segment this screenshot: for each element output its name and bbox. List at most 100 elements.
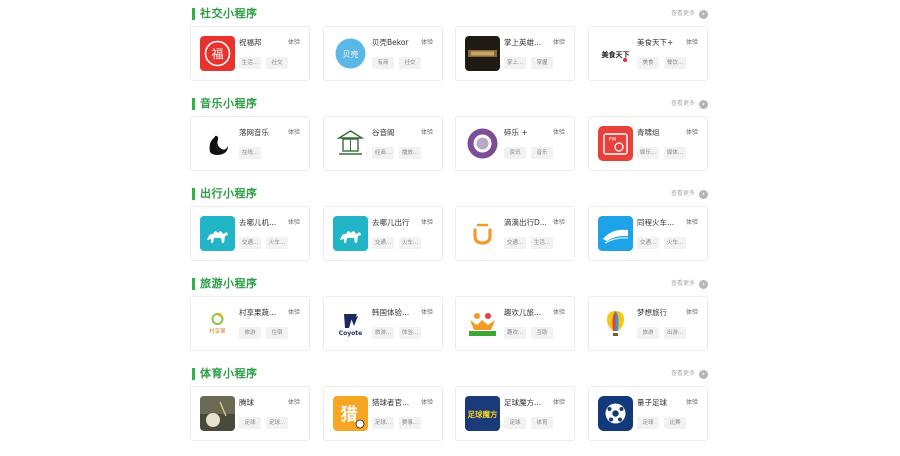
app-card[interactable]: FM 青啸组 体验 娱乐... 媒体... <box>588 116 708 171</box>
coyote-logo-text: Coyote <box>339 330 363 337</box>
suile-logo-icon <box>465 126 500 161</box>
try-button[interactable]: 体验 <box>421 38 433 48</box>
meishi-tianxia-logo-icon: 美食天下 <box>598 36 633 71</box>
app-name: 村享果蔬... <box>239 308 277 317</box>
pavilion-logo-icon <box>333 126 368 161</box>
app-card[interactable]: 福 祝福邦 体验 生活... 社交 <box>190 26 310 81</box>
tag: 火车... <box>266 237 288 249</box>
tag: 足球... <box>266 417 288 429</box>
app-name: 祝福邦 <box>239 38 262 47</box>
view-more-link[interactable]: 查看更多 › <box>671 6 708 22</box>
try-button[interactable]: 体验 <box>288 38 300 48</box>
view-more-link[interactable]: 查看更多 › <box>671 96 708 112</box>
tag: 火车... <box>399 237 421 249</box>
try-button[interactable]: 体验 <box>421 308 433 318</box>
try-button[interactable]: 体验 <box>553 308 565 318</box>
tag: 餐饮... <box>664 57 686 69</box>
tag: 足球 <box>637 417 659 429</box>
app-name: 猎球者官... <box>372 398 410 407</box>
view-more-link[interactable]: 查看更多 › <box>671 186 708 202</box>
try-button[interactable]: 体验 <box>553 218 565 228</box>
section-title: 社交小程序 <box>200 7 258 20</box>
lie-logo-text: 猎 <box>341 404 358 425</box>
try-button[interactable]: 体验 <box>686 398 698 408</box>
section-header: 体育小程序 查看更多 › <box>190 365 710 385</box>
try-button[interactable]: 体验 <box>686 308 698 318</box>
app-card[interactable]: 腾球 体验 足球 足球... <box>190 386 310 441</box>
app-name: 青啸组 <box>637 128 660 137</box>
football-cube-logo-text: 足球魔方 <box>468 409 498 419</box>
app-name: 贝壳Bekor <box>372 38 409 47</box>
meishi-logo-text: 美食天下 <box>602 50 630 59</box>
app-card[interactable]: 美食天下 美食天下+ 体验 美食 餐饮... <box>588 26 708 81</box>
tag: 旅游 <box>239 327 261 339</box>
view-more-label: 查看更多 <box>670 10 695 17</box>
app-card[interactable]: 贝壳 贝壳Bekor 体验 有商 社交 <box>323 26 443 81</box>
tag: 体育 <box>531 417 553 429</box>
app-card[interactable]: 谷音阁 体验 经商... 播放... <box>323 116 443 171</box>
view-more-link[interactable]: 查看更多 › <box>671 276 708 292</box>
tag: 足球 <box>239 417 261 429</box>
coyote-logo-icon: Coyote <box>333 306 368 341</box>
tag: 交通... <box>504 237 526 249</box>
view-more-label: 查看更多 <box>670 100 695 107</box>
tag: 资讯 <box>504 147 526 159</box>
train-logo-icon <box>598 216 633 251</box>
view-more-label: 查看更多 <box>670 190 695 197</box>
chevron-right-icon: › <box>699 99 708 109</box>
chevron-right-icon: › <box>699 9 708 19</box>
app-name: 掌上英雄... <box>504 38 542 47</box>
try-button[interactable]: 体验 <box>686 218 698 228</box>
tag: 交通... <box>239 237 261 249</box>
app-card[interactable]: 同程火车... 体验 交通... 火车... <box>588 206 708 261</box>
try-button[interactable]: 体验 <box>553 38 565 48</box>
try-button[interactable]: 体验 <box>686 128 698 138</box>
app-card[interactable]: 去哪儿机... 体验 交通... 火车... <box>190 206 310 261</box>
try-button[interactable]: 体验 <box>421 218 433 228</box>
app-card[interactable]: 碎乐 + 体验 资讯 音乐 <box>455 116 575 171</box>
try-button[interactable]: 体验 <box>421 398 433 408</box>
tag: 火车... <box>664 237 686 249</box>
section-travel: 出行小程序 查看更多 › 去哪儿机... 体验 交通... 火车... 去哪儿出行… <box>190 185 710 261</box>
app-card[interactable]: 落网音乐 体验 在线... <box>190 116 310 171</box>
section-title: 出行小程序 <box>200 187 258 200</box>
bekor-shell-logo-icon: 贝壳 <box>333 36 368 71</box>
try-button[interactable]: 体验 <box>421 128 433 138</box>
app-name: 足球魔方... <box>504 398 542 407</box>
tag: 旅游 <box>637 327 659 339</box>
app-card[interactable]: 村享果 村享果蔬... 体验 旅游 住宿 <box>190 296 310 351</box>
try-button[interactable]: 体验 <box>686 38 698 48</box>
section-header: 出行小程序 查看更多 › <box>190 185 710 205</box>
lie-ball-logo-icon: 猎 <box>333 396 368 431</box>
try-button[interactable]: 体验 <box>553 128 565 138</box>
app-card[interactable]: 掌上英雄... 体验 掌上... 掌握 <box>455 26 575 81</box>
section-accent-bar <box>192 278 195 290</box>
fu-blessing-logo-icon: 福 <box>200 36 235 71</box>
tag: 住宿 <box>266 327 288 339</box>
app-card[interactable]: 梦想旅行 体验 旅游 出游... <box>588 296 708 351</box>
didi-logo-icon <box>465 216 500 251</box>
cunxiang-logo-text: 村享果 <box>209 327 226 335</box>
app-card[interactable]: 去哪儿出行 体验 交通... 火车... <box>323 206 443 261</box>
app-card[interactable]: 足球魔方 足球魔方... 体验 足球 体育 <box>455 386 575 441</box>
try-button[interactable]: 体验 <box>553 398 565 408</box>
app-card[interactable]: 量子足球 体验 足球 比赛 <box>588 386 708 441</box>
try-button[interactable]: 体验 <box>288 308 300 318</box>
app-name: 同程火车... <box>637 218 675 227</box>
try-button[interactable]: 体验 <box>288 398 300 408</box>
app-card[interactable]: 滴滴出行D... 体验 交通... 生活... <box>455 206 575 261</box>
app-card[interactable]: 趣欢儿旅... 体验 趣欢... 互助 <box>455 296 575 351</box>
app-card[interactable]: Coyote 韩国体验... 体验 旅游... 体验... <box>323 296 443 351</box>
section-accent-bar <box>192 188 195 200</box>
app-card[interactable]: 猎 猎球者官... 体验 足球... 赛事... <box>323 386 443 441</box>
section-music: 音乐小程序 查看更多 › 落网音乐 体验 在线... 谷音阁 体验 经商... 播… <box>190 95 710 171</box>
chevron-right-icon: › <box>699 279 708 289</box>
section-accent-bar <box>192 8 195 20</box>
tag: 赛事... <box>399 417 421 429</box>
app-name: 谷音阁 <box>372 128 395 137</box>
tag: 经商... <box>372 147 394 159</box>
try-button[interactable]: 体验 <box>288 218 300 228</box>
tag: 交通... <box>637 237 659 249</box>
try-button[interactable]: 体验 <box>288 128 300 138</box>
view-more-link[interactable]: 查看更多 › <box>671 366 708 382</box>
